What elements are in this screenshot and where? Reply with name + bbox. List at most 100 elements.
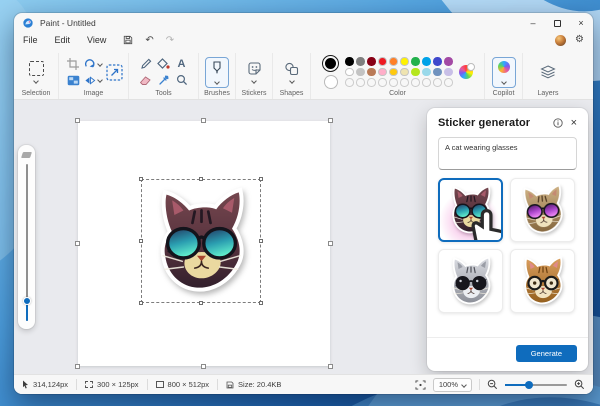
chevron-down-icon	[288, 77, 295, 84]
layers-icon[interactable]	[540, 65, 556, 79]
rotate-button[interactable]	[84, 58, 103, 70]
palette-color-dot[interactable]	[378, 67, 387, 77]
eyedropper-icon[interactable]	[158, 74, 170, 86]
zoom-out-icon[interactable]	[487, 379, 498, 390]
sticker-thumbnail-1[interactable]	[438, 178, 503, 242]
account-avatar[interactable]	[555, 34, 567, 46]
palette-color-dot[interactable]	[411, 67, 420, 77]
canvas-resize-handle[interactable]	[328, 364, 333, 369]
title-bar[interactable]: Paint - Untitled – ×	[14, 13, 593, 30]
close-button[interactable]: ×	[569, 16, 593, 30]
palette-color-dot[interactable]	[411, 57, 420, 66]
selection-handle[interactable]	[139, 301, 143, 305]
foreground-color-selected[interactable]	[322, 55, 340, 72]
brushes-button[interactable]	[205, 56, 229, 88]
save-button[interactable]	[123, 35, 133, 45]
stickers-button[interactable]	[247, 61, 262, 84]
sticker-selection[interactable]	[139, 177, 263, 305]
paint-canvas[interactable]	[75, 118, 333, 369]
palette-color-dot[interactable]	[367, 57, 376, 66]
maximize-button[interactable]	[545, 16, 569, 30]
selection-handle[interactable]	[199, 301, 203, 305]
size-slider-track[interactable]	[22, 164, 31, 321]
canvas-resize-handle[interactable]	[75, 118, 80, 123]
palette-empty-slot[interactable]	[356, 78, 365, 87]
menu-edit[interactable]: Edit	[55, 35, 71, 45]
palette-color-dot[interactable]	[444, 67, 453, 77]
sticker-thumbnail-2[interactable]	[510, 178, 575, 242]
selection-handle[interactable]	[139, 177, 143, 181]
canvas-size-icon	[155, 381, 164, 388]
remove-background-icon[interactable]	[67, 75, 80, 86]
info-icon[interactable]	[552, 118, 563, 128]
canvas-resize-handle[interactable]	[328, 118, 333, 123]
palette-color-dot[interactable]	[444, 57, 453, 66]
palette-empty-slot[interactable]	[378, 78, 387, 87]
background-color[interactable]	[323, 75, 338, 89]
resize-icon[interactable]	[106, 63, 123, 81]
magnifier-icon[interactable]	[176, 74, 188, 86]
shapes-button[interactable]	[284, 62, 299, 84]
selection-handle[interactable]	[259, 239, 263, 243]
palette-color-dot[interactable]	[400, 57, 409, 66]
selection-handle[interactable]	[259, 177, 263, 181]
layers-group-label: Layers	[537, 90, 559, 97]
palette-empty-slot[interactable]	[367, 78, 376, 87]
copilot-button[interactable]	[491, 56, 516, 88]
palette-color-dot[interactable]	[356, 67, 365, 77]
palette-color-dot[interactable]	[422, 67, 431, 77]
selection-handle[interactable]	[199, 177, 203, 181]
zoom-level-dropdown[interactable]: 100%	[432, 377, 472, 392]
fill-bucket-icon[interactable]	[157, 58, 170, 70]
selection-handle[interactable]	[139, 239, 143, 243]
palette-empty-slot[interactable]	[389, 78, 398, 87]
palette-empty-slot[interactable]	[433, 78, 442, 87]
zoom-in-icon[interactable]	[574, 379, 585, 390]
palette-color-dot[interactable]	[356, 57, 365, 66]
canvas-resize-handle[interactable]	[75, 364, 80, 369]
edit-colors-wheel-icon[interactable]	[458, 63, 475, 79]
palette-empty-slot[interactable]	[444, 78, 453, 87]
generate-button[interactable]: Generate	[515, 345, 577, 362]
minimize-button[interactable]: –	[521, 16, 545, 30]
canvas-resize-handle[interactable]	[328, 240, 333, 246]
canvas-resize-handle[interactable]	[201, 118, 206, 123]
prompt-input[interactable]: A cat wearing glasses	[438, 137, 577, 170]
fit-to-window-icon[interactable]	[415, 379, 426, 390]
palette-color-dot[interactable]	[345, 57, 354, 66]
palette-color-dot[interactable]	[433, 57, 442, 66]
sticker-generator-panel: Sticker generator × A cat wearing glasse…	[427, 108, 588, 371]
palette-color-dot[interactable]	[389, 57, 398, 66]
pencil-icon[interactable]	[140, 58, 152, 70]
selection-handle[interactable]	[259, 301, 263, 305]
canvas-resize-handle[interactable]	[201, 364, 206, 369]
zoom-slider-thumb[interactable]	[525, 380, 533, 389]
size-slider-thumb[interactable]	[22, 297, 31, 305]
palette-color-dot[interactable]	[367, 67, 376, 77]
redo-button[interactable]: ↷	[166, 35, 174, 46]
palette-color-dot[interactable]	[400, 67, 409, 77]
palette-color-dot[interactable]	[345, 67, 354, 77]
zoom-slider[interactable]	[505, 380, 567, 389]
palette-color-dot[interactable]	[389, 67, 398, 77]
text-tool-icon[interactable]: A	[178, 58, 186, 70]
undo-button[interactable]: ↶	[145, 35, 153, 46]
sticker-thumbnail-3[interactable]	[438, 249, 503, 313]
crop-icon[interactable]	[67, 58, 79, 70]
palette-empty-slot[interactable]	[345, 78, 354, 87]
palette-color-dot[interactable]	[378, 57, 387, 66]
panel-close-icon[interactable]: ×	[571, 117, 577, 129]
palette-empty-slot[interactable]	[400, 78, 409, 87]
eraser-icon[interactable]	[139, 75, 152, 86]
canvas-resize-handle[interactable]	[75, 240, 80, 246]
menu-view[interactable]: View	[87, 35, 106, 45]
menu-file[interactable]: File	[23, 35, 38, 45]
palette-color-dot[interactable]	[422, 57, 431, 66]
flip-button[interactable]	[84, 75, 103, 86]
palette-empty-slot[interactable]	[411, 78, 420, 87]
palette-empty-slot[interactable]	[422, 78, 431, 87]
settings-gear-icon[interactable]: ⚙	[575, 35, 584, 45]
sticker-thumbnail-4[interactable]	[510, 249, 575, 313]
palette-color-dot[interactable]	[433, 67, 442, 77]
selection-tool-button[interactable]	[28, 61, 44, 84]
